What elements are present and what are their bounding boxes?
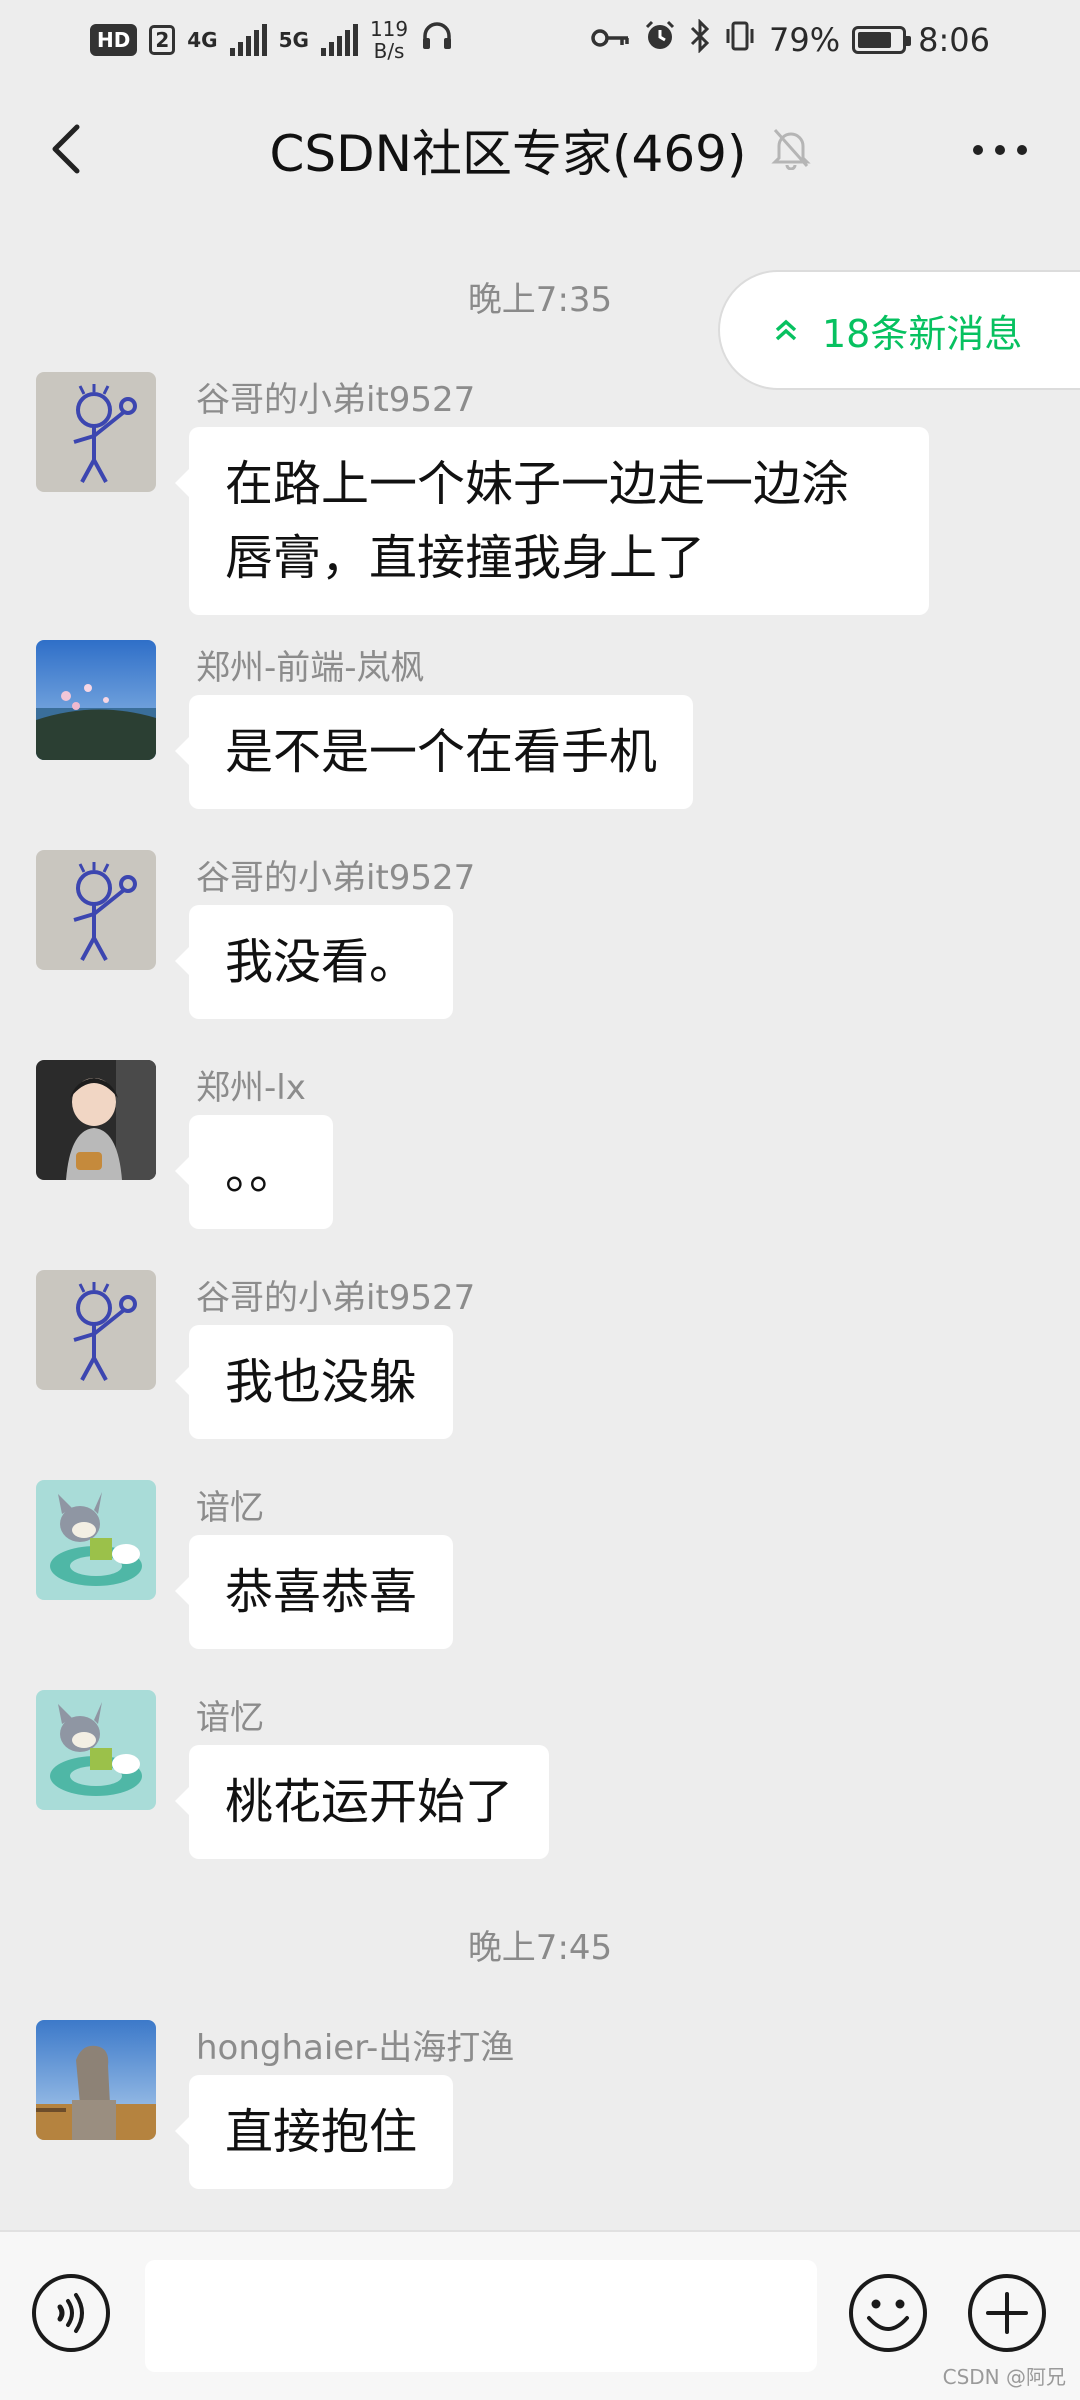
message-list[interactable]: 晚上7:35 18条新消息 谷哥的小弟it9527 在路上一个妹子一边走一边涂唇…	[0, 220, 1080, 2230]
signal-bars-icon	[229, 24, 267, 56]
network-type-1: 4G	[187, 28, 218, 52]
vibrate-icon	[723, 19, 757, 61]
battery-percent: 79%	[769, 21, 841, 59]
timestamp: 晚上7:45	[467, 1928, 613, 1968]
message-bubble[interactable]: 直接抱住	[174, 2075, 454, 2189]
input-bar: CSDN @阿兄	[0, 2230, 1080, 2400]
voice-icon	[32, 2274, 110, 2352]
message-bubble[interactable]: 在路上一个妹子一边走一边涂唇膏，直接撞我身上了	[175, 427, 929, 615]
sender-name: 郑州-lx	[196, 1068, 306, 1108]
title-bar: CSDN社区专家(469)	[0, 80, 1080, 220]
message-input[interactable]	[145, 2260, 817, 2372]
message-bubble[interactable]: 桃花运开始了	[174, 1745, 550, 1859]
status-bar: HD 2 4G 5G 119 B/s 79% 8:06	[0, 0, 1080, 80]
sender-name: 谙忆	[196, 1698, 264, 1738]
speed-unit: B/s	[373, 39, 405, 63]
new-messages-label: 18条新消息	[822, 311, 1023, 356]
headphone-icon	[420, 19, 454, 61]
sender-name: 谷哥的小弟it9527	[196, 858, 476, 898]
watermark: CSDN @阿兄	[942, 2365, 1066, 2389]
sender-name: 郑州-前端-岚枫	[196, 648, 425, 688]
more-functions-button[interactable]	[966, 2272, 1048, 2354]
voice-input-button[interactable]	[30, 2272, 112, 2354]
sender-name: honghaier-出海打渔	[196, 2028, 515, 2068]
new-messages-button[interactable]: 18条新消息	[718, 270, 1080, 390]
status-left: HD 2 4G 5G 119 B/s	[90, 18, 454, 62]
message-bubble[interactable]: 是不是一个在看手机	[174, 695, 694, 809]
key-icon	[591, 21, 631, 59]
network-type-2: 5G	[278, 28, 309, 52]
message-bubble[interactable]: 。。	[174, 1115, 334, 1229]
chat-screen: HD 2 4G 5G 119 B/s 79% 8:06 CSDN社区专家(469…	[0, 0, 1080, 2400]
bluetooth-icon	[689, 18, 711, 61]
message-bubble[interactable]: 恭喜恭喜	[174, 1535, 454, 1649]
emoji-face-icon	[849, 2274, 927, 2352]
stone-lion-avatar[interactable]	[36, 2020, 156, 2140]
sim-indicator: 2	[149, 25, 176, 55]
cartoon-cat-avatar[interactable]	[36, 1690, 156, 1810]
lake-flowers-avatar[interactable]	[36, 640, 156, 760]
cartoon-cat-avatar[interactable]	[36, 1480, 156, 1600]
stick-figure-avatar[interactable]	[36, 372, 156, 492]
back-arrow-icon	[52, 124, 80, 174]
back-button[interactable]	[30, 114, 100, 184]
muted-bell-icon	[770, 126, 811, 174]
chat-title: CSDN社区专家(469)	[269, 125, 747, 183]
sender-name: 谷哥的小弟it9527	[196, 380, 476, 420]
battery-icon	[852, 26, 912, 54]
message-bubble[interactable]: 我也没躲	[174, 1325, 454, 1439]
hd-indicator: HD	[90, 24, 138, 56]
stick-figure-avatar[interactable]	[36, 850, 156, 970]
child-photo-avatar[interactable]	[36, 1060, 156, 1180]
more-dots-icon	[973, 145, 1027, 155]
speed-value: 119	[369, 17, 409, 41]
plus-icon	[968, 2274, 1046, 2352]
network-speed: 119 B/s	[370, 18, 408, 62]
status-time: 8:06	[918, 21, 990, 59]
title-group: CSDN社区专家(469)	[269, 114, 811, 186]
message-bubble[interactable]: 我没看。	[174, 905, 454, 1019]
status-right: 79% 8:06	[591, 18, 990, 61]
sender-name: 谙忆	[196, 1488, 264, 1528]
more-options-button[interactable]	[960, 120, 1040, 180]
signal-bars-icon-2	[320, 24, 358, 56]
emoji-button[interactable]	[847, 2272, 929, 2354]
double-chevron-up-icon	[775, 319, 797, 341]
alarm-icon	[643, 19, 677, 61]
stick-figure-avatar[interactable]	[36, 1270, 156, 1390]
sender-name: 谷哥的小弟it9527	[196, 1278, 476, 1318]
